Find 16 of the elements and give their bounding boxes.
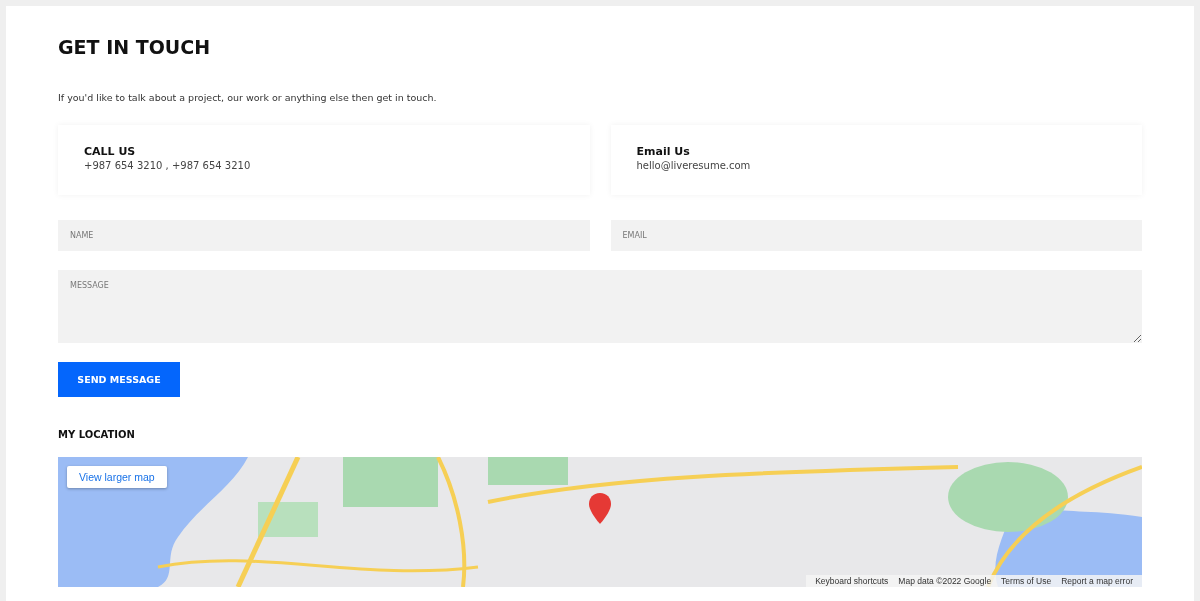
send-message-button[interactable]: SEND MESSAGE (58, 362, 180, 397)
message-field[interactable]: MESSAGE (58, 270, 1142, 343)
card-title: Email Us (636, 145, 691, 158)
input-field[interactable]: EMAIL (610, 220, 1142, 251)
map-footer-link[interactable]: Terms of Use (996, 576, 1057, 586)
section-title: MY LOCATION (58, 429, 136, 440)
card-value: +987 654 3210 , +987 654 3210 (84, 160, 252, 171)
map-footer-link[interactable]: Report a map error (1056, 576, 1138, 586)
view-larger-map-link[interactable]: View larger map (67, 466, 167, 488)
card-title: CALL US (84, 145, 137, 158)
card-value: hello@liveresume.com (636, 160, 752, 171)
intro-text: If you'd like to talk about a project, our work or anything else then get in touch. (58, 92, 438, 103)
input-field[interactable]: NAME (58, 220, 590, 251)
map-footer-link[interactable]: Map data ©2022 Google (893, 576, 997, 586)
map-footer-link[interactable]: Keyboard shortcuts (810, 576, 894, 586)
page-heading: GET IN TOUCH (58, 36, 212, 58)
